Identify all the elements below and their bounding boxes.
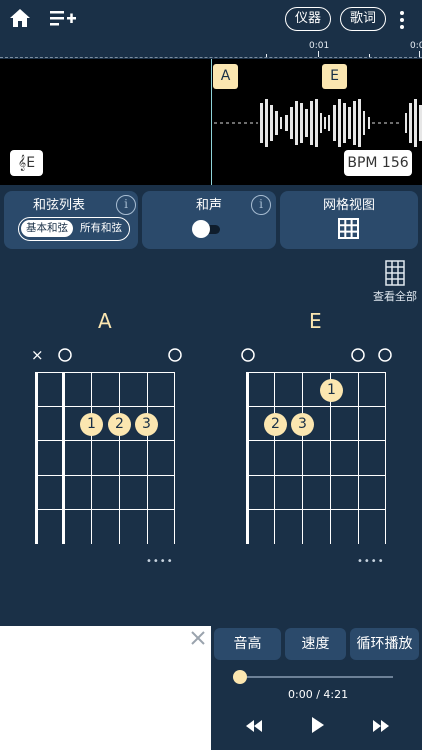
ad-area xyxy=(0,626,211,750)
harmony-toggle[interactable] xyxy=(192,220,222,238)
finger-marker: 3 xyxy=(291,413,314,436)
view-all-label: 查看全部 xyxy=(373,290,417,303)
grid-view-panel[interactable]: 网格视图 xyxy=(280,191,418,249)
timeline-ruler[interactable]: 0:01 0:0 xyxy=(0,40,422,58)
rewind-icon[interactable] xyxy=(245,718,263,737)
loop-button[interactable]: 循环播放 xyxy=(350,628,419,660)
speed-button[interactable]: 速度 xyxy=(285,628,346,660)
fretboard xyxy=(35,372,175,544)
finger-marker: 1 xyxy=(320,379,343,402)
basic-chords-option[interactable]: 基本和弦 xyxy=(21,220,73,237)
chord-string-marks xyxy=(241,348,392,362)
top-bar: 仪器 歌词 xyxy=(0,0,422,40)
finger-marker: 2 xyxy=(264,413,287,436)
timeline-tick xyxy=(369,54,370,57)
finger-marker: 3 xyxy=(135,413,158,436)
harmony-panel[interactable]: 和声 i xyxy=(142,191,276,249)
play-icon[interactable] xyxy=(311,716,325,738)
all-chords-option[interactable]: 所有和弦 xyxy=(75,220,127,237)
key-badge-label: E xyxy=(26,155,36,171)
chord-more-button[interactable]: •••• xyxy=(146,556,174,567)
finger-marker: 2 xyxy=(108,413,131,436)
time-display: 0:00 / 4:21 xyxy=(288,688,349,701)
progress-thumb[interactable] xyxy=(233,670,247,684)
chord-string-marks: × xyxy=(31,346,182,364)
harmony-info-icon[interactable]: i xyxy=(251,195,271,215)
timeline-tick xyxy=(266,54,267,57)
svg-text:×: × xyxy=(31,346,44,364)
fretboard xyxy=(246,372,386,544)
key-badge[interactable]: 𝄞E xyxy=(10,150,43,176)
grid-view-title: 网格视图 xyxy=(322,198,375,213)
pitch-button[interactable]: 音高 xyxy=(214,628,281,660)
view-all-button[interactable]: 查看全部 xyxy=(372,260,420,304)
chord-type-selector[interactable]: 基本和弦 所有和弦 xyxy=(18,217,130,241)
grid-icon xyxy=(385,260,405,290)
finger-marker: 1 xyxy=(80,413,103,436)
instrument-button[interactable]: 仪器 xyxy=(285,7,331,31)
timeline-tick xyxy=(318,51,319,57)
chord-name: A xyxy=(98,309,112,333)
fast-forward-icon[interactable] xyxy=(372,718,390,737)
close-icon[interactable] xyxy=(190,630,206,650)
chord-tag-e[interactable]: E xyxy=(322,64,347,89)
timeline-tick xyxy=(419,51,420,57)
playlist-add-icon[interactable] xyxy=(50,9,76,29)
chord-list-info-icon[interactable]: i xyxy=(116,195,136,215)
waveform-view[interactable]: A E 𝄞E BPM 156 xyxy=(0,59,422,185)
chord-more-button[interactable]: •••• xyxy=(357,556,385,567)
chord-name: E xyxy=(309,309,322,333)
home-icon[interactable] xyxy=(9,8,31,28)
more-vert-icon[interactable] xyxy=(398,10,406,30)
lyrics-button[interactable]: 歌词 xyxy=(340,7,386,31)
bpm-badge[interactable]: BPM 156 xyxy=(344,150,412,176)
chord-list-panel[interactable]: 和弦列表 i 基本和弦 所有和弦 xyxy=(4,191,138,249)
timeline-tick-label: 0:0 xyxy=(410,41,422,51)
timeline-tick-label: 0:01 xyxy=(309,41,330,51)
chord-tag-a[interactable]: A xyxy=(213,64,238,89)
progress-slider[interactable] xyxy=(233,670,393,684)
waveform-bars xyxy=(214,99,422,147)
chord-list-title: 和弦列表 xyxy=(32,198,85,213)
grid-icon xyxy=(338,218,359,243)
treble-clef-icon: 𝄞 xyxy=(17,155,27,171)
